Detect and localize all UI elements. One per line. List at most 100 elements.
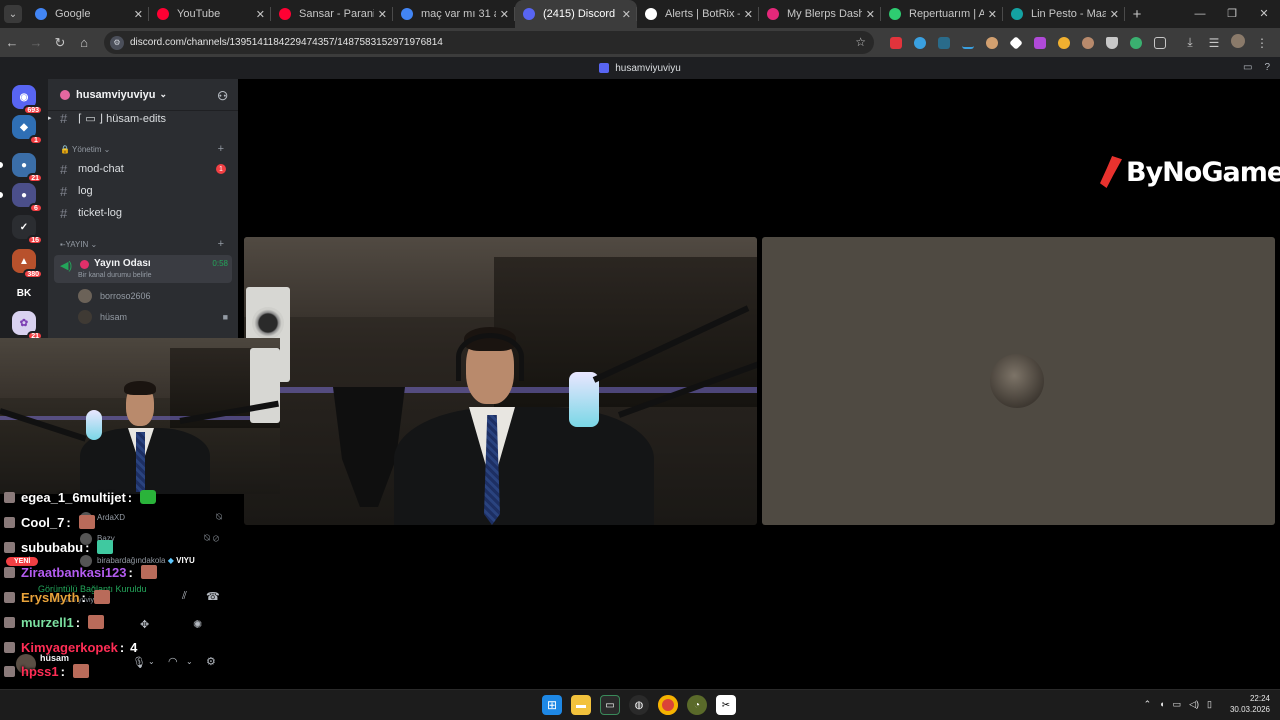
reading-list-icon[interactable]: ☰ (1202, 36, 1226, 50)
minimize-button[interactable]: — (1184, 0, 1216, 28)
extension-egg-icon[interactable] (986, 36, 998, 49)
browser-tab[interactable]: Alerts | BotRix — Clo ✕ (637, 0, 759, 28)
chat-username: sububabu (21, 539, 84, 555)
voice-user[interactable]: hüsam (78, 308, 127, 326)
browser-tab[interactable]: Google ✕ (27, 0, 149, 28)
profile-avatar[interactable] (1226, 34, 1250, 51)
headphones-icon[interactable]: ◠ (168, 655, 178, 668)
channel-husam-edits[interactable]: ▸ # ⌈ ▭ ⌋ hüsam-edits (48, 108, 238, 128)
noise-suppression-icon[interactable]: ⫽ (182, 590, 187, 603)
help-icon[interactable]: ? (1264, 62, 1270, 73)
extension-abp-icon[interactable] (890, 36, 902, 49)
obs-icon[interactable]: ◍ (629, 695, 649, 715)
tray-overflow-icon[interactable]: ⌃ (1144, 699, 1152, 710)
chat-emote-icon (72, 664, 89, 678)
server-icon[interactable]: ✿ 21 (12, 311, 43, 341)
extension-blue-icon[interactable] (914, 36, 926, 49)
bookmark-star-icon[interactable]: ☆ (855, 35, 866, 49)
home-button[interactable]: ⌂ (72, 35, 96, 50)
tab-close-icon[interactable]: ✕ (744, 8, 753, 21)
browser-tab[interactable]: (2415) Discord | ✕ (515, 0, 637, 28)
network-icon[interactable]: ▭ (1173, 699, 1182, 710)
terminal-app-icon[interactable]: ▭ (600, 695, 620, 715)
inbox-icon[interactable]: ▭ (1243, 62, 1252, 73)
browser-tab[interactable]: Lin Pesto - Maazallah ✕ (1003, 0, 1125, 28)
new-tab-button[interactable]: + (1127, 6, 1147, 23)
start-button-icon[interactable]: ⊞ (542, 695, 562, 715)
tab-close-icon[interactable]: ✕ (622, 8, 631, 21)
tab-close-icon[interactable]: ✕ (1110, 8, 1119, 21)
site-info-icon[interactable]: ⚙ (110, 35, 124, 50)
invite-people-icon[interactable]: ⚇ (217, 89, 228, 103)
clock[interactable]: 22:24 30.03.2026 (1230, 693, 1270, 715)
tab-close-icon[interactable]: ✕ (866, 8, 875, 21)
extensions-puzzle-icon[interactable] (1154, 36, 1166, 49)
browser-tab[interactable]: My Blerps Dashboard ✕ (759, 0, 881, 28)
extension-coin-icon[interactable] (1058, 36, 1070, 49)
channel-mod-chat[interactable]: # mod-chat 1 (48, 159, 238, 179)
chevron-down-icon[interactable]: ⌄ (186, 657, 193, 666)
back-button[interactable]: ← (0, 35, 24, 50)
tab-search-button[interactable]: ⌄ (4, 5, 22, 23)
guild-header[interactable]: husamviyuviyu ⌄ ⚇ (48, 79, 238, 111)
address-bar[interactable]: ⚙ discord.com/channels/13951411842294743… (104, 31, 874, 54)
category-yayin[interactable]: ▪-YAYIN ⌄ (60, 240, 97, 249)
server-icon[interactable]: ● 6 (12, 183, 43, 213)
server-icon[interactable]: ◉ 693 (12, 85, 43, 115)
server-icon[interactable]: ◆ 1 (12, 115, 43, 145)
maximize-button[interactable]: ❐ (1216, 0, 1248, 28)
voice-channel-yayin-odasi[interactable]: ◀) Yayın Odası Bir kanal durumu belirle … (54, 255, 232, 283)
close-window-button[interactable]: ✕ (1248, 0, 1280, 28)
video-tile-screenshare[interactable] (244, 237, 757, 525)
activities-icon[interactable]: ✥ (140, 618, 149, 631)
voice-user[interactable]: borroso2606 (78, 287, 151, 305)
microphone-icon[interactable]: 🎙 (132, 656, 146, 669)
settings-gear-icon[interactable]: ⚙ (206, 655, 216, 668)
extension-dash-icon[interactable] (962, 36, 974, 49)
channel-ticket-log[interactable]: # ticket-log (48, 203, 238, 223)
discord-title-bar: husamviyuviyu ▭ ? (0, 57, 1280, 79)
server-icon[interactable]: ▲ 380 (12, 249, 43, 279)
chrome-icon[interactable] (658, 695, 678, 715)
server-icon[interactable]: BK (12, 281, 36, 305)
browser-tab[interactable]: Repertuarım | Akor, ✕ (881, 0, 1003, 28)
downloads-icon[interactable]: ⤓ (1178, 35, 1202, 50)
tab-close-icon[interactable]: ✕ (988, 8, 997, 21)
tray-mic-icon[interactable]: ◖ (1159, 699, 1164, 709)
soundboard-icon[interactable]: ✺ (193, 618, 202, 631)
extension-face-icon[interactable] (1082, 36, 1094, 49)
chat-emote-icon (97, 540, 114, 554)
voice-channel-status[interactable]: Bir kanal durumu belirle (78, 272, 152, 279)
channel-log[interactable]: # log (48, 181, 238, 201)
extension-sk-icon[interactable] (938, 36, 950, 49)
server-icon[interactable]: ● 21 (12, 153, 43, 183)
extension-green-icon[interactable] (1130, 36, 1142, 49)
server-icon[interactable]: ✓ 16 (12, 215, 43, 245)
tab-title: YouTube (177, 8, 221, 20)
chat-emote-icon (140, 565, 157, 579)
browser-tab[interactable]: Sansar - Parani Verdi ✕ (271, 0, 393, 28)
chevron-down-icon[interactable]: ⌄ (148, 657, 155, 666)
browser-menu-icon[interactable]: ⋮ (1250, 36, 1274, 50)
browser-tab[interactable]: YouTube ✕ (149, 0, 271, 28)
tab-close-icon[interactable]: ✕ (500, 8, 509, 21)
tab-close-icon[interactable]: ✕ (256, 8, 265, 21)
browser-tab[interactable]: maç var mı 31 ayın - ✕ (393, 0, 515, 28)
forward-button[interactable]: → (24, 35, 48, 50)
tab-close-icon[interactable]: ✕ (378, 8, 387, 21)
create-channel-icon[interactable]: + (218, 143, 224, 155)
tab-close-icon[interactable]: ✕ (134, 8, 143, 21)
extension-shield-icon[interactable] (1106, 36, 1118, 49)
extension-purple-icon[interactable] (1034, 36, 1046, 49)
category-yonetim[interactable]: 🔒 Yönetim ⌄ (60, 145, 110, 154)
reload-button[interactable]: ↻ (48, 35, 72, 51)
extension-diamond-icon[interactable] (1009, 35, 1023, 50)
app-icon[interactable]: ◔ (687, 695, 707, 715)
capcut-icon[interactable]: ✂ (716, 695, 736, 715)
create-channel-icon[interactable]: + (218, 238, 224, 250)
disconnect-icon[interactable]: ☎ (206, 590, 220, 603)
battery-icon[interactable]: ▯ (1207, 699, 1212, 710)
file-explorer-icon[interactable]: ▬ (571, 695, 591, 715)
volume-icon[interactable]: ◁) (1189, 699, 1199, 710)
chat-username: Ziraatbankasi123 (21, 564, 127, 580)
